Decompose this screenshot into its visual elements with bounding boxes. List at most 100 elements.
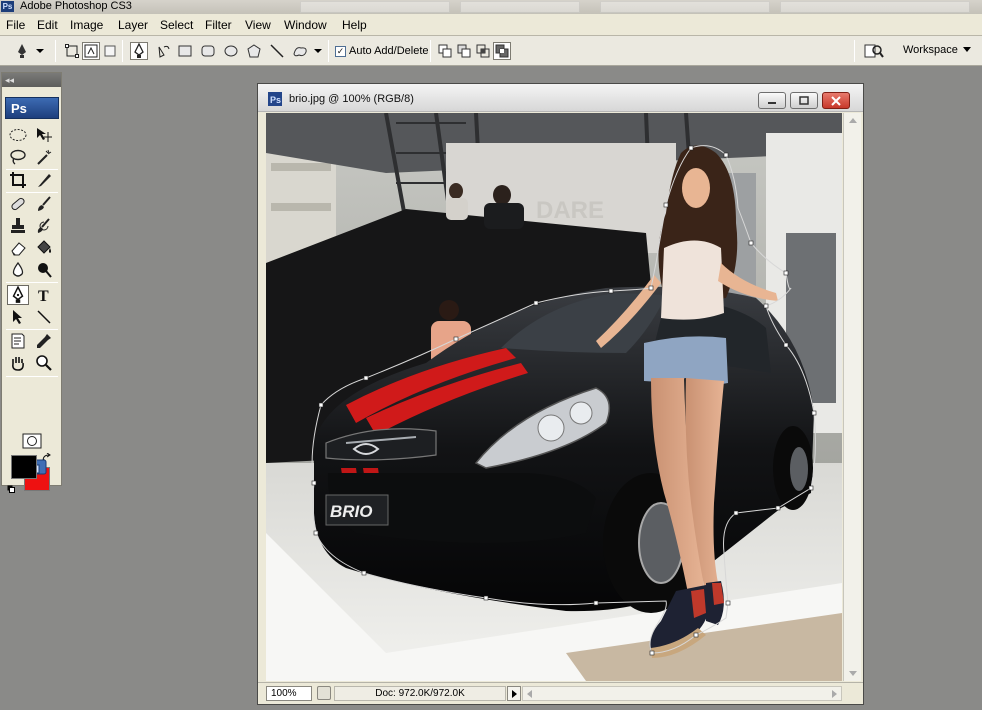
- rectangle-tool-button[interactable]: [176, 42, 194, 60]
- workspace-menu-button[interactable]: Workspace: [897, 42, 977, 60]
- hand-tool[interactable]: [7, 353, 29, 373]
- zoom-tool[interactable]: [33, 353, 55, 373]
- svg-text:Ps: Ps: [270, 95, 281, 105]
- magic-wand-tool[interactable]: [33, 147, 55, 167]
- menu-layer[interactable]: Layer: [116, 17, 150, 33]
- auto-add-delete-checkbox[interactable]: ✓: [335, 46, 346, 57]
- maximize-icon: [799, 96, 809, 105]
- fill-pixels-icon: [104, 45, 116, 57]
- menu-file[interactable]: File: [4, 17, 27, 33]
- tool-preset-picker[interactable]: [13, 42, 31, 60]
- paint-bucket-tool[interactable]: [33, 238, 55, 258]
- pen-tool-icon: [12, 286, 24, 303]
- scroll-left-icon[interactable]: [527, 690, 532, 698]
- file-browser-button[interactable]: [862, 42, 886, 60]
- maximize-button[interactable]: [790, 92, 818, 109]
- lasso-tool[interactable]: [7, 147, 29, 167]
- collapse-icon[interactable]: ◂◂: [5, 74, 14, 86]
- menu-filter[interactable]: Filter: [203, 17, 234, 33]
- file-browser-icon: [864, 44, 884, 58]
- options-separator: [430, 40, 431, 62]
- pen-tool[interactable]: [7, 285, 29, 305]
- menu-window[interactable]: Window: [282, 17, 329, 33]
- paint-bucket-icon: [37, 240, 51, 254]
- blur-tool[interactable]: [7, 260, 29, 280]
- menu-bar: File Edit Image Layer Select Filter View…: [0, 14, 982, 36]
- scroll-right-icon[interactable]: [832, 690, 837, 698]
- photoshop-logo[interactable]: Ps: [5, 97, 59, 119]
- line-icon: [37, 310, 51, 324]
- menu-view[interactable]: View: [243, 17, 273, 33]
- brio-badge: BRIO: [330, 502, 373, 521]
- clone-stamp-tool[interactable]: [7, 216, 29, 236]
- pen-option-button[interactable]: [130, 42, 148, 60]
- custom-shape-button[interactable]: [291, 42, 309, 60]
- shape-layers-button[interactable]: [63, 42, 81, 60]
- rounded-rectangle-button[interactable]: [199, 42, 217, 60]
- ellipse-icon: [224, 45, 238, 57]
- geometry-options-dropdown[interactable]: [312, 42, 324, 60]
- photoshop-app-icon: Ps: [1, 1, 14, 12]
- menu-image[interactable]: Image: [68, 17, 105, 33]
- menu-help[interactable]: Help: [340, 17, 369, 33]
- line-tool-button[interactable]: [268, 42, 286, 60]
- zoom-level-field[interactable]: 100%: [266, 686, 312, 701]
- healing-brush-tool[interactable]: [7, 194, 29, 214]
- model-face: [682, 168, 710, 208]
- freeform-pen-button[interactable]: [154, 42, 172, 60]
- intersect-area-icon: [476, 44, 490, 58]
- document-canvas[interactable]: DARE BRIO: [266, 113, 842, 681]
- notes-tool[interactable]: [7, 331, 29, 351]
- chevron-down-icon: [314, 49, 322, 53]
- canvas-photo: DARE BRIO: [266, 113, 842, 681]
- menu-edit[interactable]: Edit: [35, 17, 60, 33]
- tool-preset-dropdown[interactable]: [34, 42, 46, 60]
- fill-pixels-button[interactable]: [101, 42, 119, 60]
- slice-tool[interactable]: [33, 170, 55, 190]
- options-separator: [328, 40, 329, 62]
- history-brush-tool[interactable]: [33, 216, 55, 236]
- add-to-path-area-button[interactable]: [436, 42, 454, 60]
- foreground-color-swatch[interactable]: [11, 455, 37, 479]
- scroll-up-icon[interactable]: [849, 118, 857, 123]
- app-title: Adobe Photoshop CS3: [20, 0, 132, 12]
- intersect-path-area-button[interactable]: [474, 42, 492, 60]
- shape-layers-icon: [65, 44, 79, 58]
- status-info-icon[interactable]: [317, 686, 331, 700]
- ellipse-tool-button[interactable]: [222, 42, 240, 60]
- document-title-bar[interactable]: Ps brio.jpg @ 100% (RGB/8): [258, 84, 863, 112]
- lasso-marquee-tool[interactable]: [7, 125, 29, 145]
- exclude-overlap-button[interactable]: [493, 42, 511, 60]
- brush-icon: [38, 196, 51, 211]
- horizontal-scrollbar[interactable]: [522, 686, 842, 701]
- eraser-tool[interactable]: [7, 238, 29, 258]
- paths-mode-button[interactable]: [82, 42, 100, 60]
- move-tool[interactable]: [33, 125, 55, 145]
- close-button[interactable]: [822, 92, 850, 109]
- dodge-tool[interactable]: [33, 260, 55, 280]
- path-selection-tool[interactable]: [7, 307, 29, 327]
- vertical-scrollbar[interactable]: [843, 113, 861, 681]
- note-icon: [11, 333, 25, 349]
- crop-tool[interactable]: [7, 170, 29, 190]
- eyedropper-icon: [37, 334, 51, 348]
- drop-icon: [12, 261, 24, 277]
- document-title: brio.jpg @ 100% (RGB/8): [289, 93, 414, 105]
- line-tool[interactable]: [33, 307, 55, 327]
- status-menu-button[interactable]: [507, 686, 521, 701]
- app-title-bar: Ps Adobe Photoshop CS3: [0, 0, 982, 14]
- scroll-down-icon[interactable]: [849, 671, 857, 676]
- eyedropper-tool[interactable]: [33, 331, 55, 351]
- type-tool[interactable]: T: [33, 285, 55, 305]
- menu-select[interactable]: Select: [158, 17, 195, 33]
- minimize-button[interactable]: [758, 92, 786, 109]
- brush-tool[interactable]: [33, 194, 55, 214]
- quick-mask-button[interactable]: [21, 431, 43, 451]
- subtract-path-area-button[interactable]: [455, 42, 473, 60]
- path-selection-icon: [13, 310, 22, 324]
- tool-options-bar: ✓ Auto Add/Delete Workspace: [0, 36, 982, 66]
- chevron-down-icon: [963, 47, 971, 52]
- default-colors-icon[interactable]: [7, 482, 15, 493]
- tools-panel-header[interactable]: ◂◂: [2, 73, 61, 87]
- polygon-tool-button[interactable]: [245, 42, 263, 60]
